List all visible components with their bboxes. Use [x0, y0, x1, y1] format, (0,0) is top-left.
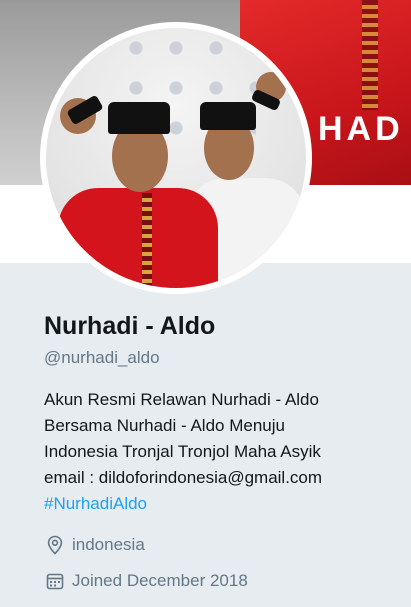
joined-row: Joined December 2018	[46, 571, 248, 591]
hashtag-link[interactable]: #NurhadiAldo	[44, 491, 399, 517]
location-text: indonesia	[72, 535, 145, 554]
avatar-photo	[46, 28, 306, 288]
bio-line: Indonesia Tronjal Tronjol Maha Asyik	[44, 442, 321, 461]
banner-shirt-stripe	[362, 0, 378, 110]
bio-line: Bersama Nurhadi - Aldo Menuju	[44, 416, 285, 435]
red-shirt-stripe	[142, 193, 152, 288]
profile-bio: Akun Resmi Relawan Nurhadi - Aldo Bersam…	[44, 387, 399, 517]
calendar-icon	[46, 573, 64, 590]
red-shirt	[58, 188, 218, 288]
bio-line: Akun Resmi Relawan Nurhadi - Aldo	[44, 390, 319, 409]
right-man-cap	[200, 102, 256, 130]
bio-line: email : dildoforindonesia@gmail.com	[44, 468, 323, 487]
location-pin-icon	[47, 535, 63, 555]
banner-text: HAD	[318, 110, 404, 148]
left-man-cap	[108, 102, 170, 134]
display-name: Nurhadi - Aldo	[44, 312, 216, 340]
joined-date-text: Joined December 2018	[72, 571, 248, 590]
location-row: indonesia	[46, 535, 145, 555]
avatar[interactable]	[40, 22, 312, 294]
username-handle: @nurhadi_aldo	[44, 348, 160, 367]
